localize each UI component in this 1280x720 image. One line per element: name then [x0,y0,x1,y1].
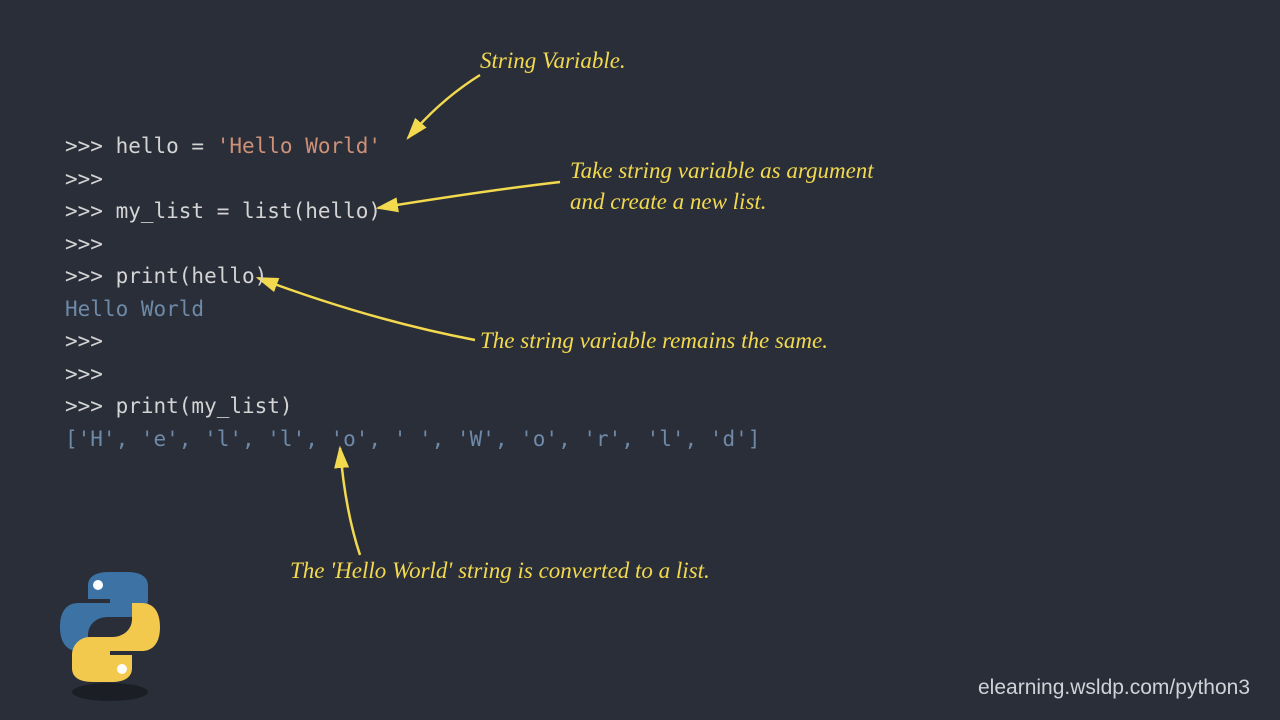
annotation-converted: The 'Hello World' string is converted to… [290,555,710,586]
code-line: >>> hello = [65,134,217,158]
code-string-literal: 'Hello World' [217,134,381,158]
footer-link: elearning.wsldp.com/python3 [978,676,1250,700]
annotation-string-variable: String Variable. [480,45,626,76]
code-block: >>> hello = 'Hello World' >>> >>> my_lis… [65,130,760,455]
code-output: ['H', 'e', 'l', 'l', 'o', ' ', 'W', 'o',… [65,427,760,451]
code-output: Hello World [65,297,204,321]
code-line: >>> [65,232,103,256]
code-line: >>> my_list = list(hello) [65,199,381,223]
code-line: >>> print(my_list) [65,394,293,418]
code-line: >>> [65,329,103,353]
code-line: >>> print(hello) [65,264,267,288]
code-line: >>> [65,362,103,386]
python-logo-icon [55,572,165,702]
code-line: >>> [65,167,103,191]
